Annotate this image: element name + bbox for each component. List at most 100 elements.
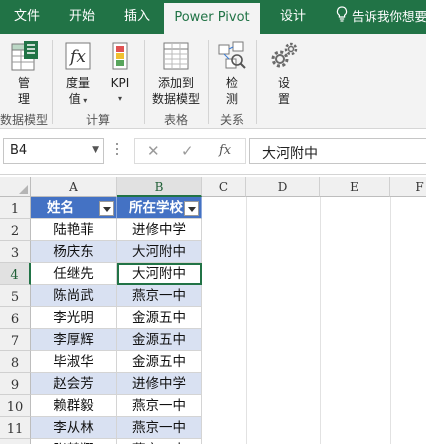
- table-header-school[interactable]: 所在学校: [117, 197, 202, 219]
- svg-text:fx: fx: [68, 47, 86, 67]
- kpi-label: KPI: [110, 76, 130, 90]
- column-header-a[interactable]: A: [31, 177, 117, 197]
- group-label-relationships: 关系: [220, 113, 245, 127]
- group-separator: [208, 40, 209, 124]
- settings-button[interactable]: 设 置: [266, 40, 302, 107]
- group-label-data-model: 数据模型: [0, 113, 49, 127]
- row-header-3[interactable]: 3: [0, 241, 31, 263]
- cell-school[interactable]: 燕京一中: [117, 439, 202, 444]
- add-to-model-label-2: 数据模型: [151, 92, 200, 106]
- ribbon-tab-bar: 文件 开始 插入 Power Pivot 设计 告诉我你想要: [0, 0, 426, 34]
- cell-name[interactable]: 赵会芳: [31, 373, 117, 395]
- select-all-button[interactable]: [0, 177, 31, 197]
- cell-school-text: 大河附中: [132, 266, 186, 282]
- row-header-2[interactable]: 2: [0, 219, 31, 241]
- detect-button[interactable]: 检 测: [216, 40, 248, 107]
- tab-file[interactable]: 文件: [0, 0, 54, 34]
- cell-school[interactable]: 进修中学: [117, 373, 202, 395]
- name-box[interactable]: B4 ▼: [3, 138, 104, 164]
- cell-name[interactable]: 任继先: [31, 263, 117, 285]
- cell-school[interactable]: 大河附中: [117, 241, 202, 263]
- fx-measure-icon: fx: [65, 42, 91, 70]
- row-header-11[interactable]: 11: [0, 417, 31, 439]
- enter-icon[interactable]: ✓: [181, 142, 194, 160]
- cell-school-text: 燕京一中: [132, 398, 186, 414]
- group-label-calculations: 计算: [86, 113, 111, 127]
- tab-insert[interactable]: 插入: [110, 0, 164, 34]
- cell-name[interactable]: 李光明: [31, 307, 117, 329]
- column-header-d[interactable]: D: [246, 177, 320, 197]
- cell-name[interactable]: 陆艳菲: [31, 219, 117, 241]
- chevron-down-icon[interactable]: ▼: [92, 145, 99, 155]
- row-header-10[interactable]: 10: [0, 395, 31, 417]
- table-add-icon: [163, 42, 189, 70]
- cell-name[interactable]: 毕淑华: [31, 351, 117, 373]
- insert-function-icon[interactable]: fx: [219, 143, 231, 158]
- column-header-f[interactable]: F: [390, 177, 426, 197]
- table-header-name[interactable]: 姓名: [31, 197, 117, 219]
- tab-home[interactable]: 开始: [54, 0, 110, 34]
- ribbon: 管 理 数据模型 fx 度量 值 ▾ KPI ▾ 计算 添加到 数据模型 表格 …: [0, 34, 426, 129]
- cell-school[interactable]: 金源五中: [117, 307, 202, 329]
- cell-name[interactable]: 陈尚武: [31, 285, 117, 307]
- kpi-icon: [112, 42, 128, 70]
- row-header-12[interactable]: 12: [0, 439, 31, 444]
- cell-name-text: 任继先: [53, 266, 94, 282]
- column-header-b[interactable]: B: [117, 177, 202, 197]
- cell-school[interactable]: 大河附中: [117, 263, 202, 285]
- detect-label-2: 测: [225, 92, 238, 106]
- cell-school[interactable]: 金源五中: [117, 329, 202, 351]
- cancel-icon[interactable]: ✕: [147, 142, 160, 160]
- group-label-tables: 表格: [164, 113, 189, 127]
- row-header-6[interactable]: 6: [0, 307, 31, 329]
- chevron-down-icon: ▾: [117, 94, 122, 103]
- group-separator: [256, 40, 257, 124]
- cell-school[interactable]: 燕京一中: [117, 285, 202, 307]
- row-header-5[interactable]: 5: [0, 285, 31, 307]
- manage-button[interactable]: 管 理: [6, 40, 42, 107]
- column-header-e[interactable]: E: [320, 177, 390, 197]
- cell-name[interactable]: 张鹤翔: [31, 439, 117, 444]
- cell-school-text: 燕京一中: [132, 288, 186, 304]
- settings-label-2: 置: [277, 92, 290, 106]
- row-header-4[interactable]: 4: [0, 263, 31, 285]
- cell-school[interactable]: 金源五中: [117, 351, 202, 373]
- row-header-9[interactable]: 9: [0, 373, 31, 395]
- cell-school-text: 进修中学: [132, 376, 186, 392]
- tab-power-pivot[interactable]: Power Pivot: [164, 3, 260, 34]
- detect-label-1: 检: [225, 76, 238, 90]
- column-header-c[interactable]: C: [202, 177, 246, 197]
- filter-dropdown-icon[interactable]: [184, 201, 199, 216]
- row-header-8[interactable]: 8: [0, 351, 31, 373]
- kpi-button[interactable]: KPI ▾: [104, 40, 136, 107]
- cell-name[interactable]: 李从林: [31, 417, 117, 439]
- cell-name[interactable]: 杨庆东: [31, 241, 117, 263]
- cell-name[interactable]: 赖群毅: [31, 395, 117, 417]
- cell-name-text: 毕淑华: [53, 354, 94, 370]
- cell-name-text: 李厚辉: [53, 332, 94, 348]
- formula-input[interactable]: 大河附中: [249, 138, 426, 164]
- cell-name[interactable]: 李厚辉: [31, 329, 117, 351]
- cell-school-text: 大河附中: [132, 244, 186, 260]
- add-to-data-model-button[interactable]: 添加到 数据模型: [150, 40, 202, 107]
- resize-handle[interactable]: [115, 143, 119, 159]
- row-header-1[interactable]: 1: [0, 197, 31, 219]
- formula-bar: B4 ▼ ✕ ✓ fx 大河附中: [0, 129, 426, 175]
- cell-name-text: 李光明: [53, 310, 94, 326]
- manage-label-1: 管: [17, 76, 30, 90]
- cell-school[interactable]: 进修中学: [117, 219, 202, 241]
- cell-school-text: 金源五中: [132, 354, 186, 370]
- worksheet-grid[interactable]: A B C D E F 1 姓名 所在学校 2 陆艳菲 进修中学 3 杨庆东 大河附中 4 任继先 大河附中 5 陈尚…: [0, 175, 426, 444]
- measures-label-1: 度量: [65, 76, 90, 90]
- measures-button[interactable]: fx 度量 值 ▾: [60, 40, 96, 109]
- cell-school[interactable]: 燕京一中: [117, 417, 202, 439]
- cell-school-text: 燕京一中: [132, 420, 186, 436]
- filter-dropdown-icon[interactable]: [99, 201, 114, 216]
- tab-design[interactable]: 设计: [264, 0, 322, 34]
- tell-me-label: 告诉我你想要: [352, 9, 426, 24]
- cell-school[interactable]: 燕京一中: [117, 395, 202, 417]
- group-separator: [52, 40, 53, 124]
- add-to-model-label-1: 添加到: [157, 76, 194, 90]
- tell-me-search[interactable]: 告诉我你想要: [336, 0, 426, 34]
- row-header-7[interactable]: 7: [0, 329, 31, 351]
